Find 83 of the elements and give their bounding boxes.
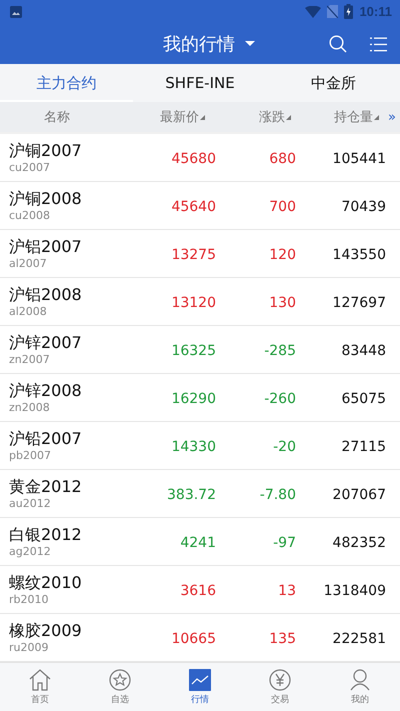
table-cell-text: 70439 xyxy=(340,198,386,215)
contract-code: zn2008 xyxy=(9,400,51,415)
more-columns-button[interactable]: » xyxy=(388,110,396,125)
yen-icon xyxy=(269,668,291,691)
search-icon[interactable] xyxy=(329,34,347,53)
column-header: 名称 xyxy=(44,109,70,126)
status-time: 10:11 xyxy=(359,4,392,20)
table-cell-text: 45640 xyxy=(170,198,216,215)
person-icon xyxy=(349,668,371,691)
contract-name: 白银2012 xyxy=(9,524,83,545)
sort-icon xyxy=(200,114,205,120)
no-sim-icon xyxy=(327,5,338,18)
contract-name: 沪锌2007 xyxy=(9,332,83,353)
chart-icon xyxy=(189,668,211,691)
contract-name: 沪铝2008 xyxy=(9,284,83,305)
contract-name: 沪锌2008 xyxy=(9,380,83,401)
contract-code: al2007 xyxy=(9,256,48,271)
table-cell-text: 45680 xyxy=(170,150,216,167)
contract-code: ag2012 xyxy=(9,544,52,559)
nav-item[interactable]: 我的 xyxy=(320,663,400,711)
table-cell-text: 1318409 xyxy=(322,582,386,599)
table-cell-text: 135 xyxy=(268,630,296,647)
contract-name: 黄金2012 xyxy=(9,476,83,497)
home-icon xyxy=(29,668,51,691)
contract-name: 橡胶2009 xyxy=(9,620,83,641)
table-cell-text: 383.72 xyxy=(166,486,216,503)
table-cell-text: 13 xyxy=(277,582,296,599)
menu-icon[interactable] xyxy=(370,36,387,52)
table-cell-text: -97 xyxy=(272,534,296,551)
table-cell-text: 3616 xyxy=(179,582,216,599)
sort-icon xyxy=(286,114,291,120)
table-cell-text: 130 xyxy=(268,294,296,311)
table-cell-text: -260 xyxy=(263,390,296,407)
wifi-icon xyxy=(305,6,322,18)
table-cell-text: 120 xyxy=(268,246,296,263)
contract-name: 沪铅2007 xyxy=(9,428,83,449)
contract-code: rb2010 xyxy=(9,592,50,607)
contract-name: 沪铜2007 xyxy=(9,140,83,161)
battery-charging-icon xyxy=(344,4,354,20)
table-cell-text: -285 xyxy=(263,342,296,359)
title-dropdown[interactable]: 我的行情 xyxy=(163,32,255,56)
table-cell-text: -20 xyxy=(272,438,296,455)
nav-item[interactable]: 首页 xyxy=(0,663,80,711)
table-cell-text: 127697 xyxy=(332,294,386,311)
table-cell-text: 222581 xyxy=(332,630,386,647)
image-icon xyxy=(10,6,22,18)
table-cell-text: 482352 xyxy=(332,534,386,551)
contract-code: zn2007 xyxy=(9,352,51,367)
table-cell-text: 83448 xyxy=(340,342,386,359)
column-header[interactable]: 持仓量 xyxy=(334,108,373,126)
contract-code: ru2009 xyxy=(9,640,50,655)
column-header[interactable]: 最新价 xyxy=(160,108,199,126)
nav-item[interactable]: 交易 xyxy=(240,663,320,711)
contract-name: 沪铜2008 xyxy=(9,188,83,209)
table-cell-text: 207067 xyxy=(332,486,386,503)
table-cell-text: 105441 xyxy=(332,150,386,167)
table-cell-text: -7.80 xyxy=(258,486,296,503)
column-header[interactable]: 涨跌 xyxy=(259,108,285,126)
table-cell-text: 16325 xyxy=(170,342,216,359)
nav-item[interactable]: 行情 xyxy=(160,663,240,711)
table-cell-text: 700 xyxy=(268,198,296,215)
table-cell-text: 27115 xyxy=(340,438,386,455)
table-cell-text: 10665 xyxy=(170,630,216,647)
table-cell-text: 65075 xyxy=(340,390,386,407)
contract-code: pb2007 xyxy=(9,448,52,463)
sort-icon xyxy=(374,114,379,120)
table-cell-text: 14330 xyxy=(170,438,216,455)
tab[interactable]: 中金所 xyxy=(266,64,400,102)
table-cell-text: 16290 xyxy=(170,390,216,407)
contract-code: al2008 xyxy=(9,304,48,319)
contract-code: au2012 xyxy=(9,496,52,511)
nav-item[interactable]: 自选 xyxy=(80,663,160,711)
caret-icon xyxy=(245,40,255,47)
table-cell-text: 680 xyxy=(268,150,296,167)
contract-name: 螺纹2010 xyxy=(9,572,83,593)
table-cell-text: 13120 xyxy=(170,294,216,311)
table-cell-text: 4241 xyxy=(179,534,216,551)
table-cell-text: 13275 xyxy=(170,246,216,263)
contract-code: cu2008 xyxy=(9,208,52,223)
table-cell-text: 143550 xyxy=(332,246,386,263)
contract-code: cu2007 xyxy=(9,160,52,175)
tab[interactable]: SHFE-INE xyxy=(133,64,267,102)
contract-name: 沪铝2007 xyxy=(9,236,83,257)
